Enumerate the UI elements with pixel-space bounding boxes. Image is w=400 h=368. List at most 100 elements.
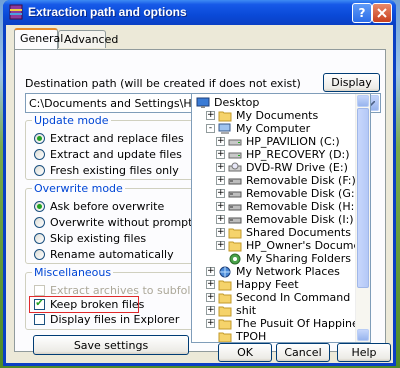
expand-icon[interactable]: + bbox=[206, 280, 215, 289]
expand-icon[interactable]: + bbox=[216, 202, 225, 211]
help-button[interactable]: Help bbox=[337, 343, 391, 362]
tree-item[interactable]: + Shared Documents bbox=[216, 226, 351, 239]
tree-item[interactable]: Desktop bbox=[196, 96, 259, 109]
radio-fresh-existing[interactable]: Fresh existing files only bbox=[34, 163, 179, 177]
save-settings-button[interactable]: Save settings bbox=[33, 335, 189, 355]
folder-tree[interactable]: Desktop + My Documents - My Computer + HP_PAVI… bbox=[191, 93, 371, 343]
removable-disk-icon bbox=[228, 175, 242, 187]
expand-icon[interactable]: + bbox=[206, 111, 215, 120]
radio-button bbox=[34, 216, 45, 228]
overwrite-mode-group: Overwrite mode Ask before overwrite Over… bbox=[25, 182, 195, 264]
radio-rename-automatically[interactable]: Rename automatically bbox=[34, 247, 174, 261]
tree-item[interactable]: + HP_PAVILION (C:) bbox=[216, 135, 340, 148]
tree-item[interactable]: + shit bbox=[206, 304, 256, 317]
folder-icon bbox=[218, 331, 232, 342]
tree-item-label: TPOH bbox=[236, 330, 267, 343]
tree-item[interactable]: TPOH bbox=[206, 330, 267, 343]
option-label: Rename automatically bbox=[50, 247, 174, 261]
option-label: Extract and update files bbox=[50, 147, 182, 161]
tree-item[interactable]: + Removable Disk (H:) bbox=[216, 200, 359, 213]
checkbox-keep-broken-files[interactable]: ✔ Keep broken files bbox=[34, 297, 144, 311]
tree-item[interactable]: + Removable Disk (G:) bbox=[216, 187, 359, 200]
destination-label: Destination path (will be created if doe… bbox=[25, 77, 301, 90]
tree-item-label: Desktop bbox=[214, 96, 260, 109]
title-bar[interactable]: Extraction path and options ? bbox=[3, 0, 396, 25]
expand-icon[interactable]: + bbox=[216, 241, 225, 250]
tree-item-label: DVD-RW Drive (E:) bbox=[246, 161, 348, 174]
question-mark-icon: ? bbox=[358, 6, 366, 20]
tree-item-label: My Documents bbox=[236, 109, 319, 122]
radio-extract-update[interactable]: Extract and update files bbox=[34, 147, 182, 161]
computer-icon bbox=[218, 123, 232, 135]
expand-icon[interactable]: + bbox=[206, 319, 215, 328]
tree-item[interactable]: + Happy Feet bbox=[206, 278, 299, 291]
radio-skip-existing[interactable]: Skip existing files bbox=[34, 231, 146, 245]
expand-icon[interactable]: + bbox=[216, 137, 225, 146]
archive-icon bbox=[9, 4, 23, 20]
tree-item[interactable]: + My Network Places bbox=[206, 265, 340, 278]
radio-extract-replace[interactable]: Extract and replace files bbox=[34, 131, 184, 145]
tree-item-label: Removable Disk (F:) bbox=[246, 174, 356, 187]
tree-scrollbar[interactable] bbox=[355, 94, 370, 342]
dialog-window: Extraction path and options ? General Ad… bbox=[3, 0, 396, 366]
tab-advanced-label: Advanced bbox=[64, 33, 119, 46]
help-title-button[interactable]: ? bbox=[352, 3, 372, 23]
expand-icon[interactable]: + bbox=[216, 150, 225, 159]
expand-icon[interactable]: + bbox=[206, 306, 215, 315]
tree-item-label: Second In Command bbox=[236, 291, 351, 304]
checkbox-display-in-explorer[interactable]: Display files in Explorer bbox=[34, 312, 179, 326]
scroll-down-icon[interactable] bbox=[357, 329, 369, 341]
expand-icon[interactable]: + bbox=[206, 267, 215, 276]
cancel-button[interactable]: Cancel bbox=[276, 343, 330, 362]
tree-item[interactable]: + Removable Disk (I:) bbox=[216, 213, 354, 226]
tab-advanced[interactable]: Advanced bbox=[58, 30, 118, 48]
option-label: Fresh existing files only bbox=[50, 163, 179, 177]
tree-item[interactable]: + The Pusuit Of Happiness bbox=[206, 317, 370, 330]
tree-item[interactable]: + Second In Command bbox=[206, 291, 350, 304]
ok-button[interactable]: OK bbox=[218, 343, 272, 362]
close-button[interactable] bbox=[372, 3, 392, 23]
tree-item[interactable]: + HP_RECOVERY (D:) bbox=[216, 148, 350, 161]
tab-general[interactable]: General bbox=[14, 28, 63, 49]
scroll-thumb[interactable] bbox=[357, 108, 369, 288]
save-settings-label: Save settings bbox=[73, 338, 149, 352]
expand-icon[interactable]: + bbox=[216, 176, 225, 185]
expand-icon[interactable]: + bbox=[216, 189, 225, 198]
tree-item[interactable]: My Sharing Folders bbox=[216, 252, 351, 265]
folder-icon bbox=[218, 279, 232, 291]
expand-icon[interactable]: + bbox=[216, 163, 225, 172]
drive-icon bbox=[228, 149, 242, 161]
expand-icon[interactable]: + bbox=[216, 215, 225, 224]
tab-general-label: General bbox=[20, 32, 64, 45]
desktop-icon bbox=[196, 97, 210, 109]
tree-item[interactable]: - My Computer bbox=[206, 122, 310, 135]
tree-item-label: Shared Documents bbox=[246, 226, 351, 239]
tree-item[interactable]: + My Documents bbox=[206, 109, 318, 122]
scroll-up-icon[interactable] bbox=[357, 95, 369, 107]
display-button[interactable]: Display bbox=[323, 73, 380, 92]
folder-icon bbox=[218, 318, 232, 330]
option-label: Extract archives to subfolders bbox=[50, 283, 215, 297]
ok-label: OK bbox=[237, 346, 253, 359]
option-label: Skip existing files bbox=[50, 231, 147, 245]
tree-item[interactable]: + HP_Owner's Documents bbox=[216, 239, 371, 252]
tree-item-label: Removable Disk (G:) bbox=[246, 187, 359, 200]
display-button-label: Display bbox=[331, 76, 372, 89]
removable-disk-icon bbox=[228, 188, 242, 200]
expand-icon[interactable]: + bbox=[206, 293, 215, 302]
expand-icon[interactable]: + bbox=[216, 228, 225, 237]
miscellaneous-title: Miscellaneous bbox=[32, 266, 114, 279]
radio-overwrite-without-prompt[interactable]: Overwrite without prompt bbox=[34, 215, 192, 229]
radio-ask-before-overwrite[interactable]: Ask before overwrite bbox=[34, 199, 164, 213]
tree-item[interactable]: + Removable Disk (F:) bbox=[216, 174, 356, 187]
sharing-folder-icon bbox=[228, 253, 242, 265]
network-icon bbox=[218, 266, 232, 278]
checkbox-extract-subfolders[interactable]: Extract archives to subfolders bbox=[34, 283, 214, 297]
miscellaneous-group: Miscellaneous Extract archives to subfol… bbox=[25, 266, 214, 330]
collapse-icon[interactable]: - bbox=[206, 124, 215, 133]
removable-disk-icon bbox=[228, 214, 242, 226]
window-title: Extraction path and options bbox=[28, 5, 187, 19]
tree-item-label: HP_Owner's Documents bbox=[246, 239, 371, 252]
cancel-label: Cancel bbox=[284, 346, 322, 359]
tree-item[interactable]: + DVD-RW Drive (E:) bbox=[216, 161, 348, 174]
